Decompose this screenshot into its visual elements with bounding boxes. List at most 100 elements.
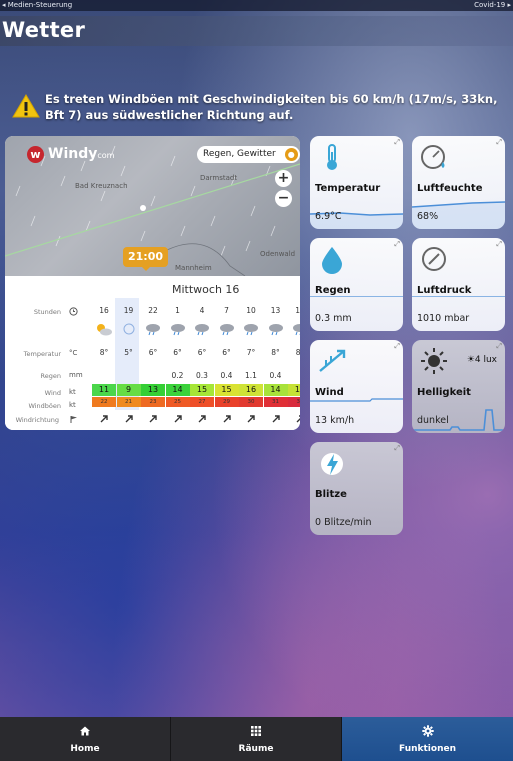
gust-cell: 21 [116,397,141,407]
expand-icon[interactable]: ⤢ [496,240,502,249]
row-label-wind: Wind [44,389,61,397]
rain-cloud-icon [268,324,283,336]
wind-cell: 15 [214,384,239,396]
windy-brand-suffix: com [97,151,115,160]
rain-cell: 0.2 [171,371,184,380]
weather-alert: Es treten Windböen mit Geschwindigkeiten… [12,92,502,126]
windy-widget[interactable]: w Windycom Regen, Gewitter ● + − Bad Kre… [5,136,300,430]
pressure-tile[interactable]: ⤢ Luftdruck 1010 mbar [412,238,505,331]
rain-tile[interactable]: ⤢ Regen 0.3 mm [310,238,403,331]
expand-icon[interactable]: ⤢ [394,342,400,351]
wind-unit: kt [69,388,76,396]
rain-cell: 0.4 [269,371,282,380]
row-label-gusts: Windböen [28,402,61,410]
media-control-link[interactable]: ◂ Medien-Steuerung [2,0,72,11]
warning-icon [12,94,40,118]
windy-logo-icon: w [27,146,44,163]
gust-cell: 23 [141,397,165,407]
temperature-unit: °C [69,349,78,357]
bottom-navigation: Home Räume Funktionen [0,717,513,761]
humidity-tile[interactable]: ⤢ Luftfeuchte 68% [412,136,505,229]
moon-icon [123,323,134,335]
hour-cell: 1 [175,306,180,315]
wind-cell: 11 [92,384,116,396]
tab-home[interactable]: Home [0,717,171,761]
expand-icon[interactable]: ⤢ [394,138,400,147]
expand-icon[interactable]: ⤢ [394,444,400,453]
layer-label: Regen, Gewitter [203,149,276,159]
wind-icon [319,349,346,372]
rain-cloud-icon [146,324,160,336]
rain-cell: 0.4 [220,371,233,380]
map-city-label: Bad Kreuznach [75,182,128,190]
covid-label: Covid-19 [474,1,506,9]
map-city-label: Darmstadt [200,174,238,182]
row-label-hours: Stunden [33,308,61,316]
temperature-tile[interactable]: ⤢ Temperatur 6.9°C [310,136,403,229]
map-city-label: Mannheim [175,264,212,272]
lightning-tile[interactable]: ⤢ Blitze 0 Blitze/min [310,442,403,535]
tab-label: Home [70,744,100,754]
rain-cloud-icon [195,324,209,336]
tile-value: dunkel [417,415,449,426]
rain-cloud-icon [293,324,300,336]
wind-cell: 13 [141,384,165,396]
tab-rooms[interactable]: Räume [171,717,342,761]
covid-link[interactable]: Covid-19 ▸ [474,0,511,11]
rain-cell: 0.3 [196,371,208,380]
row-label-temperature: Temperatur [23,350,61,358]
rain-cloud-icon [244,324,258,336]
tile-title: Luftfeuchte [417,183,483,194]
zoom-out-button[interactable]: − [275,190,292,207]
temperature-cell: 5° [124,348,133,357]
wind-tile[interactable]: ⤢ Wind 13 km/h [310,340,403,433]
row-label-rain: Regen [40,372,61,380]
page-title: Wetter [2,18,86,42]
zoom-in-button[interactable]: + [275,170,292,187]
wind-direction-arrow-icon [247,415,255,423]
gust-cell: 22 [92,397,116,407]
home-icon [80,726,90,736]
barometer-icon [422,247,446,271]
gust-cell: 25 [165,397,190,407]
windy-logo[interactable]: w Windycom [27,146,114,164]
tile-title: Blitze [315,489,347,500]
hour-cell: 10 [246,306,256,315]
flag-icon [70,416,77,423]
wind-direction-arrow-icon [198,415,206,423]
hour-cell: 7 [224,306,229,315]
wind-direction-arrow-icon [100,415,108,423]
expand-icon[interactable]: ⤢ [496,342,502,351]
temperature-cell: 6° [148,348,158,357]
tab-functions[interactable]: Funktionen [342,717,513,761]
thermometer-icon [327,144,337,170]
hour-cell: 19 [123,306,134,315]
tile-title: Luftdruck [417,285,472,296]
wind-cell: 15 [288,384,300,396]
wind-cell: 15 [190,384,214,396]
temperature-cell: 7° [246,348,256,357]
tile-title: Wind [315,387,344,398]
wind-cell: 14 [165,384,190,396]
wind-cell: 9 [116,384,141,396]
layer-selector[interactable]: Regen, Gewitter ● [197,146,300,163]
clock-icon [69,307,78,316]
media-control-label: Medien-Steuerung [7,1,73,9]
weather-map[interactable]: w Windycom Regen, Gewitter ● + − Bad Kre… [5,136,300,276]
brightness-tile[interactable]: ⤢ ☀4 lux Helligkeit dunkel [412,340,505,433]
gust-cell: 27 [190,397,214,407]
expand-icon[interactable]: ⤢ [394,240,400,249]
wind-direction-arrow-icon [223,415,231,423]
raindrop-layer-icon: ● [284,148,298,161]
rain-cloud-icon [170,324,185,336]
tile-value: 13 km/h [315,415,355,426]
day-label: Mittwoch 16 [172,283,240,296]
sun-icon [421,348,447,374]
time-marker[interactable]: 21:00 [123,247,168,271]
raindrop-icon [322,247,342,274]
tab-label: Funktionen [399,744,456,754]
expand-icon[interactable]: ⤢ [496,138,502,147]
wind-cell: 16 [239,384,263,396]
hour-cell: 16 [295,306,300,315]
wind-direction-arrow-icon [272,415,280,423]
